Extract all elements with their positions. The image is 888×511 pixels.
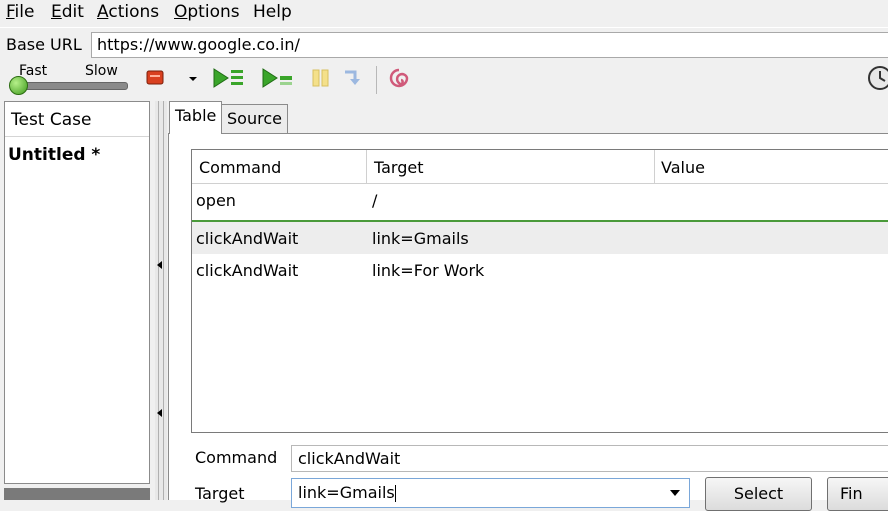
tab-source[interactable]: Source <box>221 104 288 134</box>
splitter-line <box>163 101 164 500</box>
play-current-icon[interactable] <box>260 66 296 90</box>
cell-target: link=For Work <box>372 261 485 280</box>
base-url-input[interactable]: https://www.google.co.in/ <box>91 32 888 58</box>
clock-icon[interactable] <box>866 64 888 92</box>
splitter-line <box>158 101 159 500</box>
column-header-value[interactable]: Value <box>661 158 705 177</box>
menu-edit[interactable]: Edit <box>51 1 84 23</box>
menubar: File Edit Actions Options Help <box>0 0 888 26</box>
command-input[interactable]: clickAndWait <box>291 445 888 472</box>
menu-help[interactable]: Help <box>253 1 292 23</box>
base-url-label: Base URL <box>6 35 82 54</box>
command-label: Command <box>195 448 278 467</box>
cell-target: link=Gmails <box>372 229 469 248</box>
target-input[interactable]: link=Gmails <box>291 478 690 508</box>
column-header-target[interactable]: Target <box>374 158 424 177</box>
test-case-header-label: Test Case <box>11 110 92 130</box>
find-button[interactable]: Fin <box>827 477 888 511</box>
target-label: Target <box>195 484 245 503</box>
column-separator[interactable] <box>366 150 367 183</box>
command-table-header: Command Target Value <box>192 150 888 184</box>
record-icon[interactable] <box>144 66 168 90</box>
column-separator[interactable] <box>654 150 655 183</box>
command-table: Command Target Value open / clickAndWait… <box>191 149 888 433</box>
menu-options[interactable]: Options <box>174 1 240 23</box>
test-case-panel-footer <box>4 488 150 500</box>
panel-splitter[interactable] <box>155 101 167 500</box>
speed-slider-knob[interactable] <box>9 76 28 95</box>
target-dropdown-icon[interactable] <box>670 490 680 496</box>
text-caret <box>394 485 396 502</box>
dropdown-arrow-icon[interactable] <box>181 66 205 90</box>
pause-icon[interactable] <box>309 66 333 90</box>
editor-tabs: Table Source <box>167 101 888 134</box>
select-button[interactable]: Select <box>705 477 812 511</box>
menu-actions[interactable]: Actions <box>97 1 159 23</box>
step-icon[interactable] <box>341 66 365 90</box>
play-all-icon[interactable] <box>211 66 247 90</box>
cell-command: clickAndWait <box>196 261 299 280</box>
base-url-row: Base URL https://www.google.co.in/ <box>0 27 888 62</box>
cell-command: clickAndWait <box>196 229 299 248</box>
collapse-arrow-icon[interactable] <box>157 409 162 417</box>
test-case-item[interactable]: Untitled * <box>8 145 100 165</box>
toolbar: Fast Slow <box>0 62 888 100</box>
tab-table[interactable]: Table <box>169 101 223 134</box>
rollup-icon[interactable] <box>387 66 411 90</box>
toolbar-separator <box>376 66 377 94</box>
speed-slider-track[interactable] <box>14 82 128 90</box>
test-case-header[interactable]: Test Case <box>5 102 149 137</box>
column-header-command[interactable]: Command <box>199 158 281 177</box>
table-row[interactable]: clickAndWait link=Gmails <box>192 222 888 254</box>
table-row[interactable]: open / <box>192 184 888 216</box>
table-row[interactable]: clickAndWait link=For Work <box>192 254 888 286</box>
cell-target: / <box>372 191 378 210</box>
target-input-text: link=Gmails <box>298 483 395 502</box>
collapse-arrow-icon[interactable] <box>157 261 162 269</box>
cell-command: open <box>196 191 236 210</box>
speed-slow-label: Slow <box>85 63 118 79</box>
test-case-panel: Test Case Untitled * <box>4 101 150 484</box>
menu-file[interactable]: File <box>6 1 34 23</box>
